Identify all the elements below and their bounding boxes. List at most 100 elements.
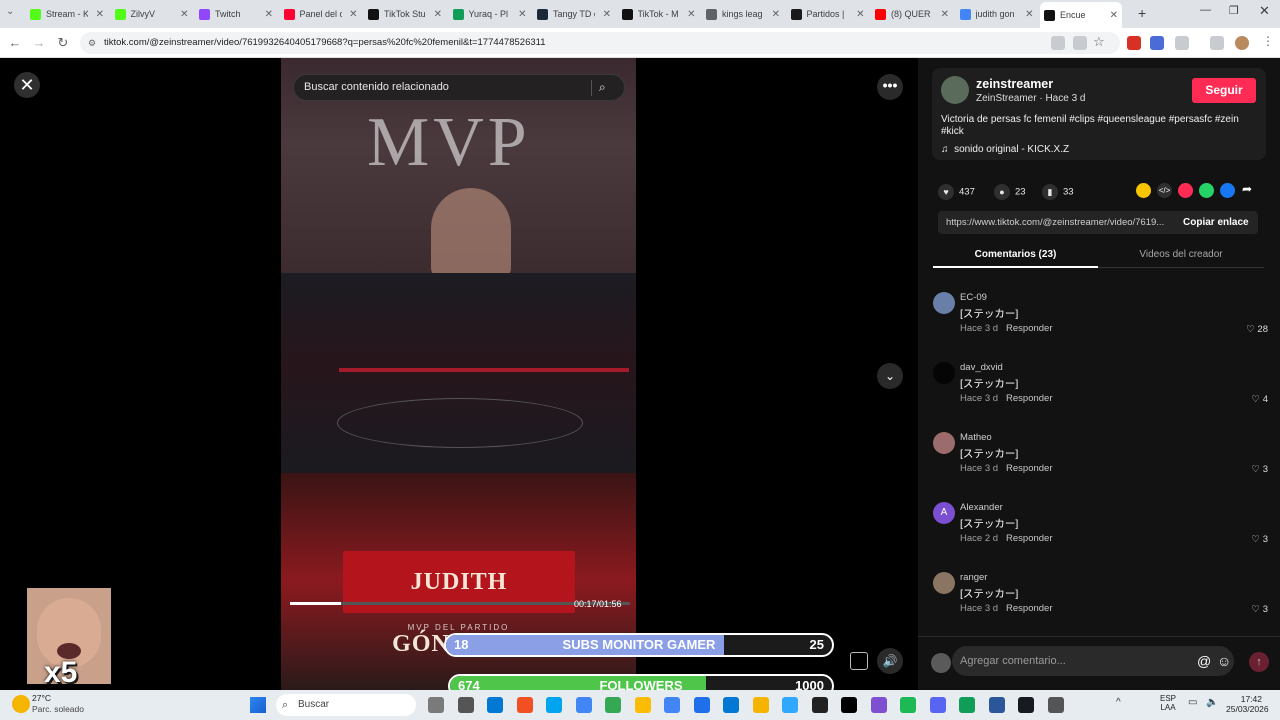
follow-button[interactable]: Seguir — [1192, 78, 1256, 103]
browser-menu-icon[interactable]: ⋮ — [1262, 34, 1274, 48]
back-icon[interactable]: ← — [6, 34, 24, 52]
tab-close-icon[interactable]: ✕ — [603, 9, 611, 20]
commenter-name[interactable]: ranger — [960, 572, 987, 583]
weather-icon[interactable] — [12, 695, 30, 713]
taskbar-app-icon[interactable] — [752, 697, 769, 713]
save-stat[interactable]: ▮ 33 — [1042, 184, 1074, 200]
new-tab-button[interactable]: + — [1138, 5, 1146, 21]
taskbar-app-icon[interactable] — [428, 697, 444, 713]
comment-like[interactable]: ♡ 3 — [1252, 464, 1268, 475]
tab-search-icon[interactable]: ⌄ — [6, 6, 14, 17]
creator-handle[interactable]: zeinstreamer — [976, 77, 1053, 91]
browser-tab[interactable]: (8) QUER ✕ — [871, 3, 953, 25]
tab-close-icon[interactable]: ✕ — [941, 9, 949, 20]
tab-comments[interactable]: Comentarios (23) — [933, 242, 1098, 268]
taskbar-app-icon[interactable] — [693, 697, 710, 713]
tab-creator-videos[interactable]: Videos del creador — [1098, 242, 1264, 268]
send-comment-icon[interactable]: ↑ — [1249, 652, 1269, 672]
search-icon[interactable]: ⌕ — [599, 75, 606, 100]
clock[interactable]: 17:42 25/03/2026 — [1226, 694, 1269, 714]
reading-list-icon[interactable] — [1210, 36, 1224, 50]
taskbar-app-icon[interactable] — [457, 697, 474, 713]
taskbar-app-icon[interactable] — [634, 697, 651, 713]
reply-button[interactable]: Responder — [1006, 603, 1052, 614]
taskbar-app-icon[interactable] — [782, 697, 798, 713]
browser-tab[interactable]: Stream - K ✕ — [26, 3, 108, 25]
browser-tab[interactable]: judith gon ✕ — [956, 3, 1038, 25]
browser-tab[interactable]: Tangy TD o ✕ — [533, 3, 615, 25]
reload-icon[interactable]: ↻ — [54, 34, 72, 52]
taskbar-app-icon[interactable] — [870, 697, 887, 713]
browser-tab[interactable]: Partidos | ✕ — [787, 3, 869, 25]
comment-like[interactable]: ♡ 3 — [1252, 534, 1268, 545]
commenter-name[interactable]: Alexander — [960, 502, 1003, 513]
taskbar-app-icon[interactable] — [988, 697, 1005, 713]
taskbar-app-icon[interactable] — [546, 697, 562, 713]
mention-icon[interactable]: @ — [1197, 653, 1211, 669]
taskbar-app-icon[interactable] — [605, 697, 621, 713]
taskbar-app-icon[interactable] — [1018, 697, 1034, 713]
site-info-icon[interactable]: ⚙ — [88, 32, 96, 54]
minimize-button[interactable]: — — [1200, 4, 1211, 16]
next-video-chevron-down-icon[interactable]: ⌄ — [877, 363, 903, 389]
taskbar-app-icon[interactable] — [959, 697, 975, 713]
taskbar-app-icon[interactable] — [723, 697, 739, 713]
browser-tab[interactable]: Twitch ✕ — [195, 3, 277, 25]
tab-close-icon[interactable]: ✕ — [96, 9, 104, 20]
embed-code-icon[interactable]: </> — [1157, 183, 1172, 198]
reply-button[interactable]: Responder — [1006, 533, 1052, 544]
taskbar-app-icon[interactable] — [575, 697, 592, 713]
tab-close-icon[interactable]: ✕ — [349, 9, 357, 20]
video-link[interactable]: https://www.tiktok.com/@zeinstreamer/vid… — [946, 211, 1168, 234]
commenter-avatar[interactable] — [933, 362, 955, 384]
share-friends-icon[interactable] — [1136, 183, 1151, 198]
translate-icon[interactable] — [1051, 36, 1065, 50]
browser-tab[interactable]: TikTok - M ✕ — [618, 3, 700, 25]
forward-icon[interactable]: → — [30, 34, 48, 52]
tab-close-icon[interactable]: ✕ — [1110, 10, 1118, 21]
taskbar-app-icon[interactable] — [929, 697, 946, 713]
browser-tab[interactable]: TikTok Stu ✕ — [364, 3, 446, 25]
copy-link-button[interactable]: Copiar enlace — [1183, 211, 1249, 234]
commenter-avatar[interactable] — [933, 572, 955, 594]
browser-tab[interactable]: Encue ✕ — [1040, 2, 1122, 28]
taskbar-search[interactable]: ⌕ Buscar — [276, 694, 416, 716]
commenter-name[interactable]: EC-09 — [960, 292, 987, 303]
reply-button[interactable]: Responder — [1006, 463, 1052, 474]
taskbar-app-icon[interactable] — [841, 697, 857, 713]
pip-icon[interactable] — [850, 652, 868, 670]
taskbar-app-icon[interactable] — [900, 697, 916, 713]
browser-tab[interactable]: Yuraq - Pl ✕ — [449, 3, 531, 25]
comment-stat[interactable]: ● 23 — [994, 184, 1026, 200]
restore-button[interactable]: ❐ — [1229, 4, 1239, 17]
facebook-icon[interactable] — [1220, 183, 1235, 198]
send-icon[interactable] — [1178, 183, 1193, 198]
tab-close-icon[interactable]: ✕ — [772, 9, 780, 20]
share-arrow-icon[interactable]: ➦ — [1242, 182, 1252, 196]
tab-close-icon[interactable]: ✕ — [180, 9, 188, 20]
commenter-avatar[interactable]: A — [933, 502, 955, 524]
windows-start-icon[interactable] — [250, 697, 266, 713]
commenter-avatar[interactable] — [933, 432, 955, 454]
creator-avatar[interactable] — [941, 76, 969, 104]
reply-button[interactable]: Responder — [1006, 393, 1052, 404]
comment-like[interactable]: ♡ 4 — [1252, 394, 1268, 405]
speaker-icon[interactable]: 🔈 — [1206, 697, 1218, 708]
tray-chevron-icon[interactable]: ^ — [1116, 697, 1121, 708]
extension-icon[interactable] — [1150, 36, 1164, 50]
reply-button[interactable]: Responder — [1006, 323, 1052, 334]
extension-icon[interactable] — [1127, 36, 1141, 50]
tab-close-icon[interactable]: ✕ — [1025, 9, 1033, 20]
tab-close-icon[interactable]: ✕ — [518, 9, 526, 20]
tab-close-icon[interactable]: ✕ — [265, 9, 273, 20]
commenter-avatar[interactable] — [933, 292, 955, 314]
window-close-button[interactable]: ✕ — [1259, 3, 1270, 19]
taskbar-app-icon[interactable] — [664, 697, 680, 713]
sound-row[interactable]: ♫ sonido original - KICK.X.Z — [941, 144, 1069, 155]
tab-close-icon[interactable]: ✕ — [856, 9, 864, 20]
bookmark-star-icon[interactable]: ☆ — [1093, 34, 1105, 50]
tab-close-icon[interactable]: ✕ — [687, 9, 695, 20]
taskbar-app-icon[interactable] — [1047, 697, 1064, 713]
profile-avatar[interactable] — [1235, 36, 1249, 50]
volume-icon[interactable]: 🔊 — [877, 648, 903, 674]
